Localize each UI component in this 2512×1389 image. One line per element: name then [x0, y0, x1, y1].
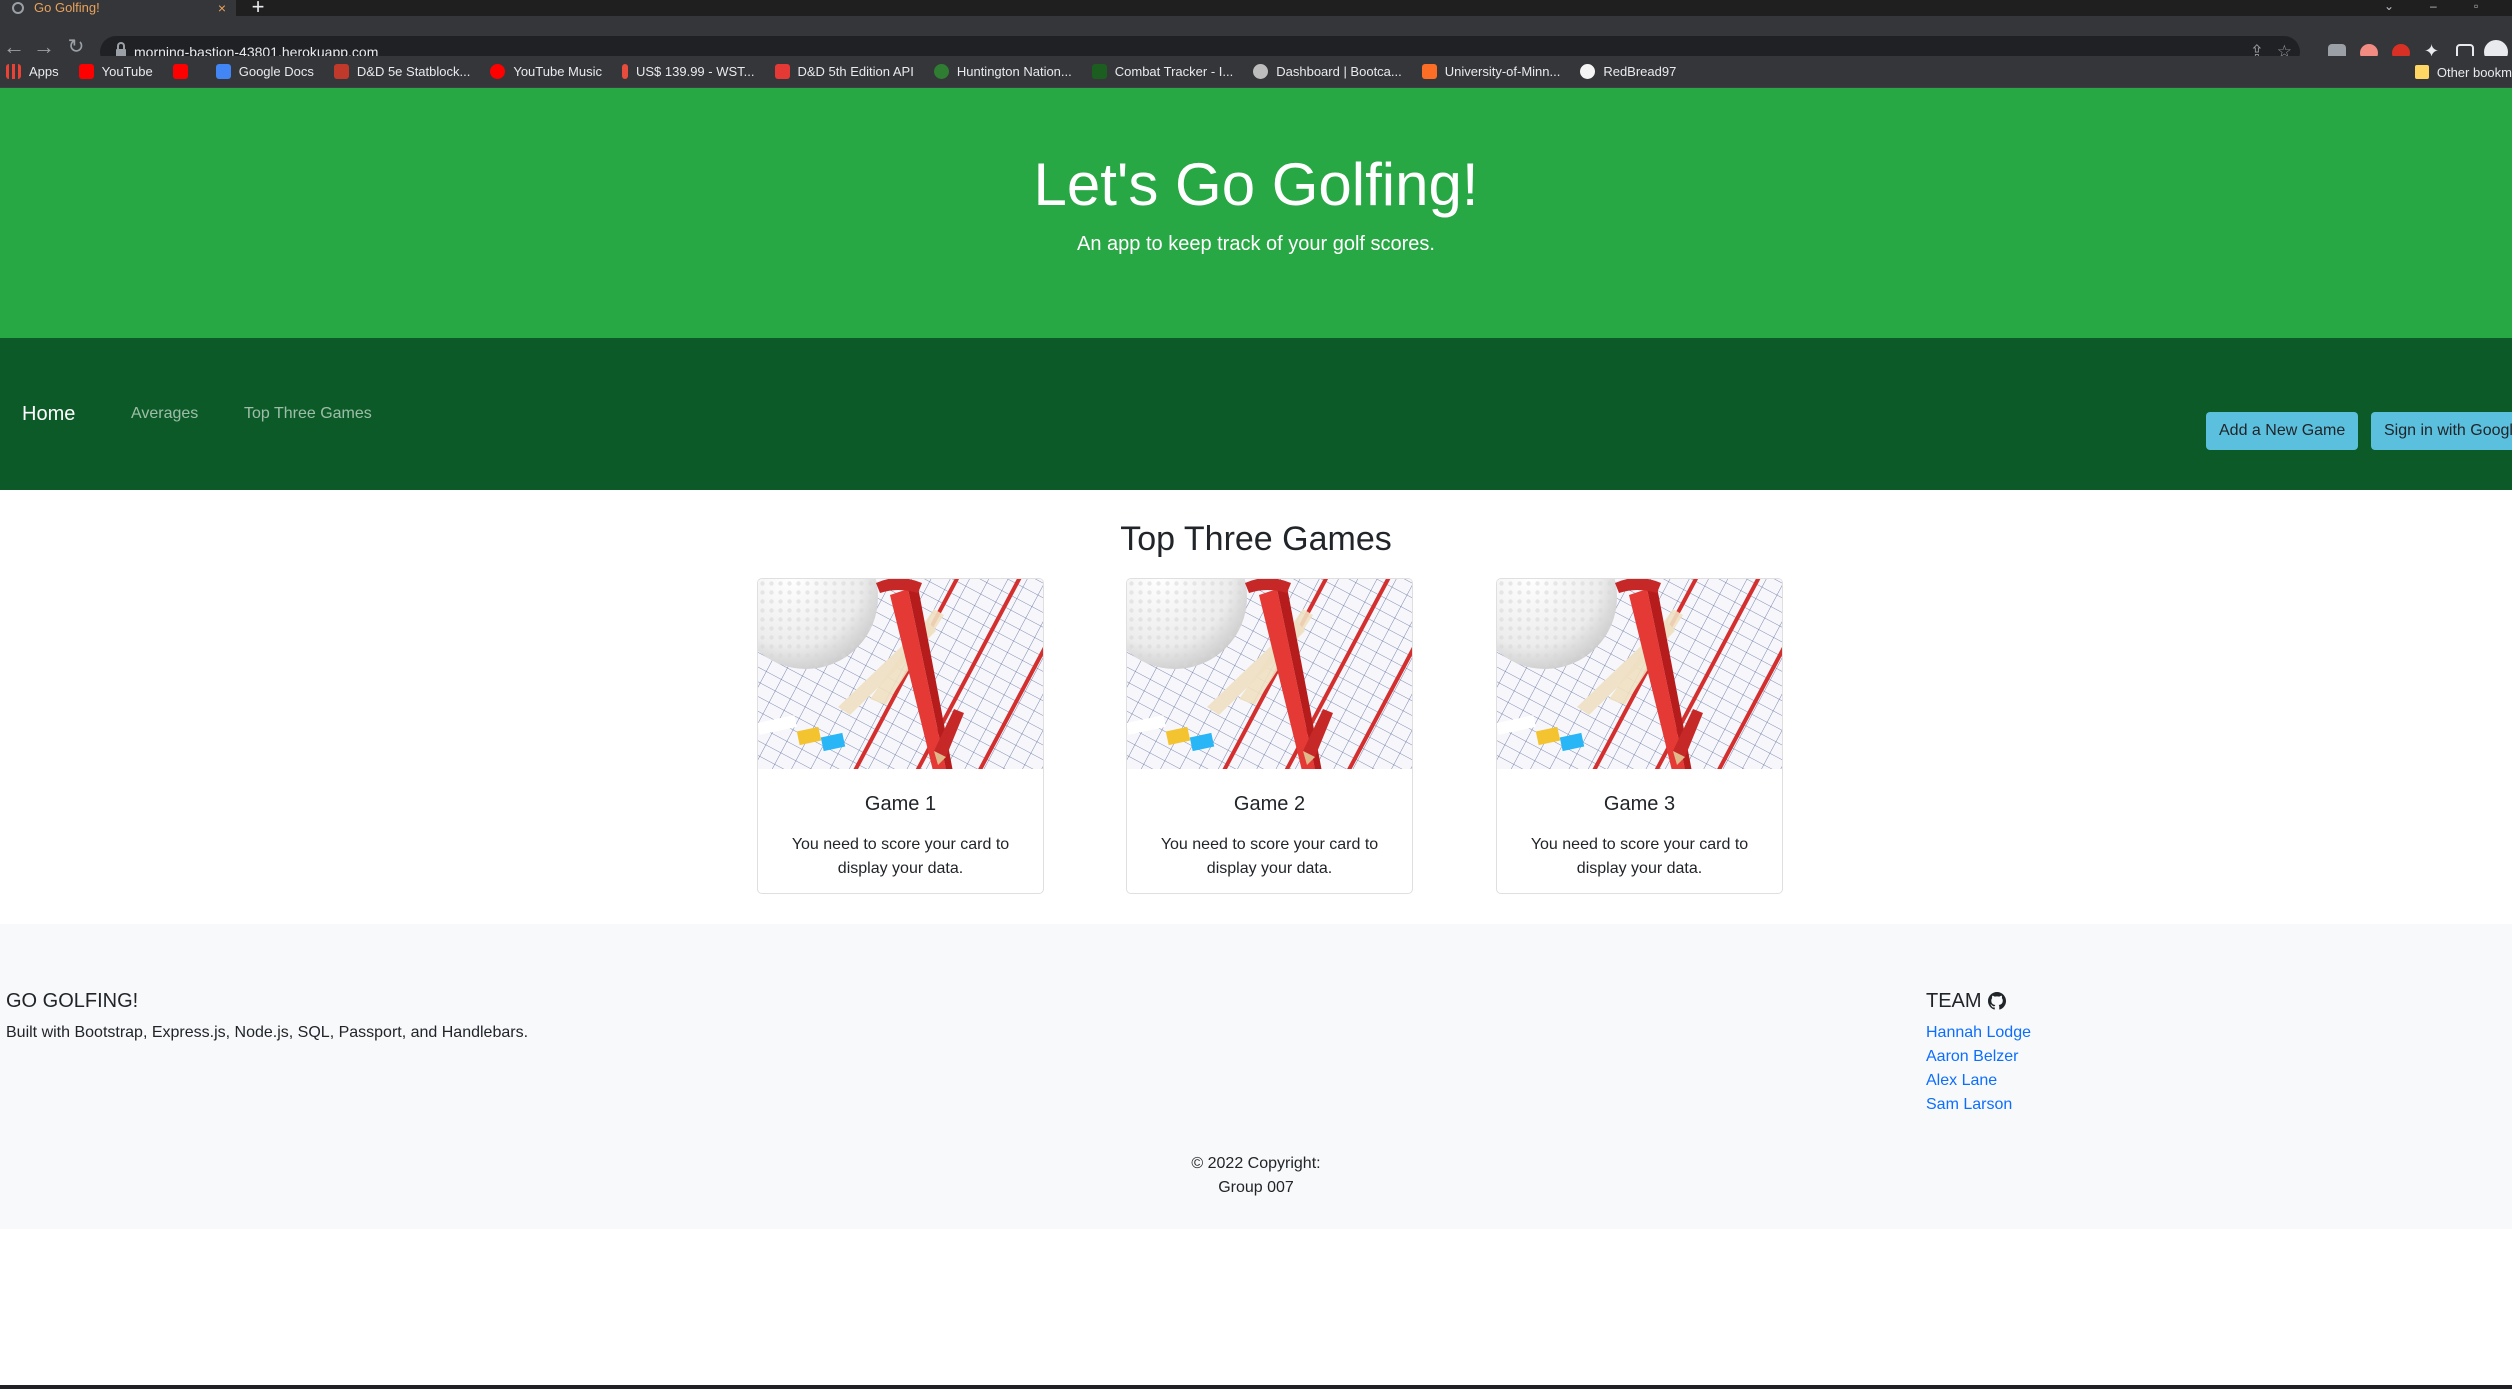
footer-brand: GO GOLFING! [6, 990, 139, 1012]
close-tab-icon[interactable]: × [218, 0, 226, 16]
card-title: Game 1 [864, 793, 937, 815]
github-icon[interactable] [1987, 992, 2006, 1010]
folder-icon [2414, 65, 2429, 79]
team-member-link[interactable]: Aaron Belzer [1926, 1046, 2019, 1068]
hero-title: Let's Go Golfing! [1033, 151, 1479, 218]
footer-description: Built with Bootstrap, Express.js, Node.j… [6, 1024, 529, 1041]
shop-icon [622, 64, 628, 79]
bookmark-item[interactable] [172, 64, 196, 79]
nav-top-three-games-link[interactable]: Top Three Games [244, 402, 372, 426]
page-content: Let's Go Golfing! An app to keep track o… [0, 88, 2512, 1389]
main-navbar: Home Averages Top Three Games Add a New … [0, 338, 2512, 490]
taskbar-edge [0, 1385, 2512, 1389]
combat-tracker-icon [1091, 64, 1107, 79]
apps-grid-icon [6, 64, 21, 79]
gitlab-icon [1421, 64, 1437, 79]
bookmark-apps[interactable]: Apps [6, 64, 59, 79]
youtube-icon [172, 64, 188, 79]
hero-banner: Let's Go Golfing! An app to keep track o… [0, 88, 2512, 338]
globe-icon [1253, 64, 1269, 79]
back-arrow-icon[interactable]: ← [2, 36, 26, 58]
bookmark-item[interactable]: YouTube [78, 64, 153, 79]
golf-scorecard-image [758, 579, 1043, 769]
youtube-icon [78, 64, 94, 79]
dnd-api-icon [774, 64, 790, 79]
bookmark-item[interactable]: D&D 5th Edition API [774, 64, 914, 79]
maximize-icon[interactable]: ▫ [2474, 0, 2478, 12]
chevron-down-icon[interactable]: ⌄ [2384, 0, 2394, 12]
nav-averages-link[interactable]: Averages [131, 402, 198, 426]
copyright-group: Group 007 [1218, 1179, 1294, 1196]
reload-icon[interactable]: ↻ [64, 36, 88, 58]
bookmark-item[interactable]: Dashboard | Bootca... [1253, 64, 1402, 79]
card-title: Game 2 [1233, 793, 1306, 815]
minimize-icon[interactable]: – [2430, 0, 2437, 12]
forward-arrow-icon[interactable]: → [32, 36, 56, 58]
add-new-game-button[interactable]: Add a New Game [2206, 412, 2359, 450]
nav-home-link[interactable]: Home [22, 400, 75, 428]
card-title: Game 3 [1603, 793, 1676, 815]
footer-team-heading: TEAM [1926, 988, 2006, 1014]
team-member-link[interactable]: Alex Lane [1926, 1070, 1997, 1092]
bookmark-item[interactable]: Huntington Nation... [933, 64, 1072, 79]
section-title: Top Three Games [1120, 520, 1392, 558]
card-text: You need to score your card to display y… [791, 836, 1010, 877]
card-text: You need to score your card to display y… [1530, 836, 1749, 877]
bank-icon [933, 64, 949, 79]
bookmark-item[interactable]: RedBread97 [1580, 64, 1676, 79]
sign-in-google-button[interactable]: Sign in with Googl [2371, 412, 2512, 450]
browser-tab-strip: Go Golfing! × + ⌄ – ▫ [0, 0, 2512, 18]
browser-tab[interactable]: Go Golfing! × [0, 0, 236, 16]
bookmark-item[interactable]: D&D 5e Statblock... [333, 64, 470, 79]
hero-subtitle: An app to keep track of your golf scores… [1077, 233, 1435, 255]
team-member-link[interactable]: Hannah Lodge [1926, 1022, 2031, 1044]
golf-scorecard-image [1127, 579, 1412, 769]
google-docs-icon [215, 64, 231, 79]
game-card: Game 1 You need to score your card to di… [757, 578, 1044, 894]
bookmark-item[interactable]: US$ 139.99 - WST... [622, 64, 755, 79]
tab-title: Go Golfing! [34, 0, 100, 15]
game-card: Game 2 You need to score your card to di… [1126, 578, 1413, 894]
game-card: Game 3 You need to score your card to di… [1496, 578, 1783, 894]
team-member-link[interactable]: Sam Larson [1926, 1094, 2012, 1116]
dnd-icon [333, 64, 349, 79]
other-bookmarks[interactable]: Other bookm [2414, 56, 2512, 88]
bookmark-item[interactable]: Google Docs [215, 64, 314, 79]
copyright-line: © 2022 Copyright: [1191, 1155, 1321, 1172]
new-tab-button[interactable]: + [244, 0, 272, 18]
bookmark-item[interactable]: University-of-Minn... [1421, 64, 1560, 79]
bookmark-item[interactable]: Combat Tracker - I... [1091, 64, 1233, 79]
globe-icon [12, 2, 24, 14]
github-icon [1580, 64, 1596, 79]
youtube-music-icon [490, 64, 506, 79]
copyright: © 2022 Copyright: Group 007 [0, 1152, 2512, 1200]
site-footer: GO GOLFING! Built with Bootstrap, Expres… [0, 924, 2512, 1229]
golf-scorecard-image [1497, 579, 1782, 769]
card-text: You need to score your card to display y… [1160, 836, 1379, 877]
bookmarks-bar: Apps YouTube Google Docs D&D 5e Statbloc… [0, 56, 2512, 88]
bookmark-item[interactable]: YouTube Music [490, 64, 602, 79]
